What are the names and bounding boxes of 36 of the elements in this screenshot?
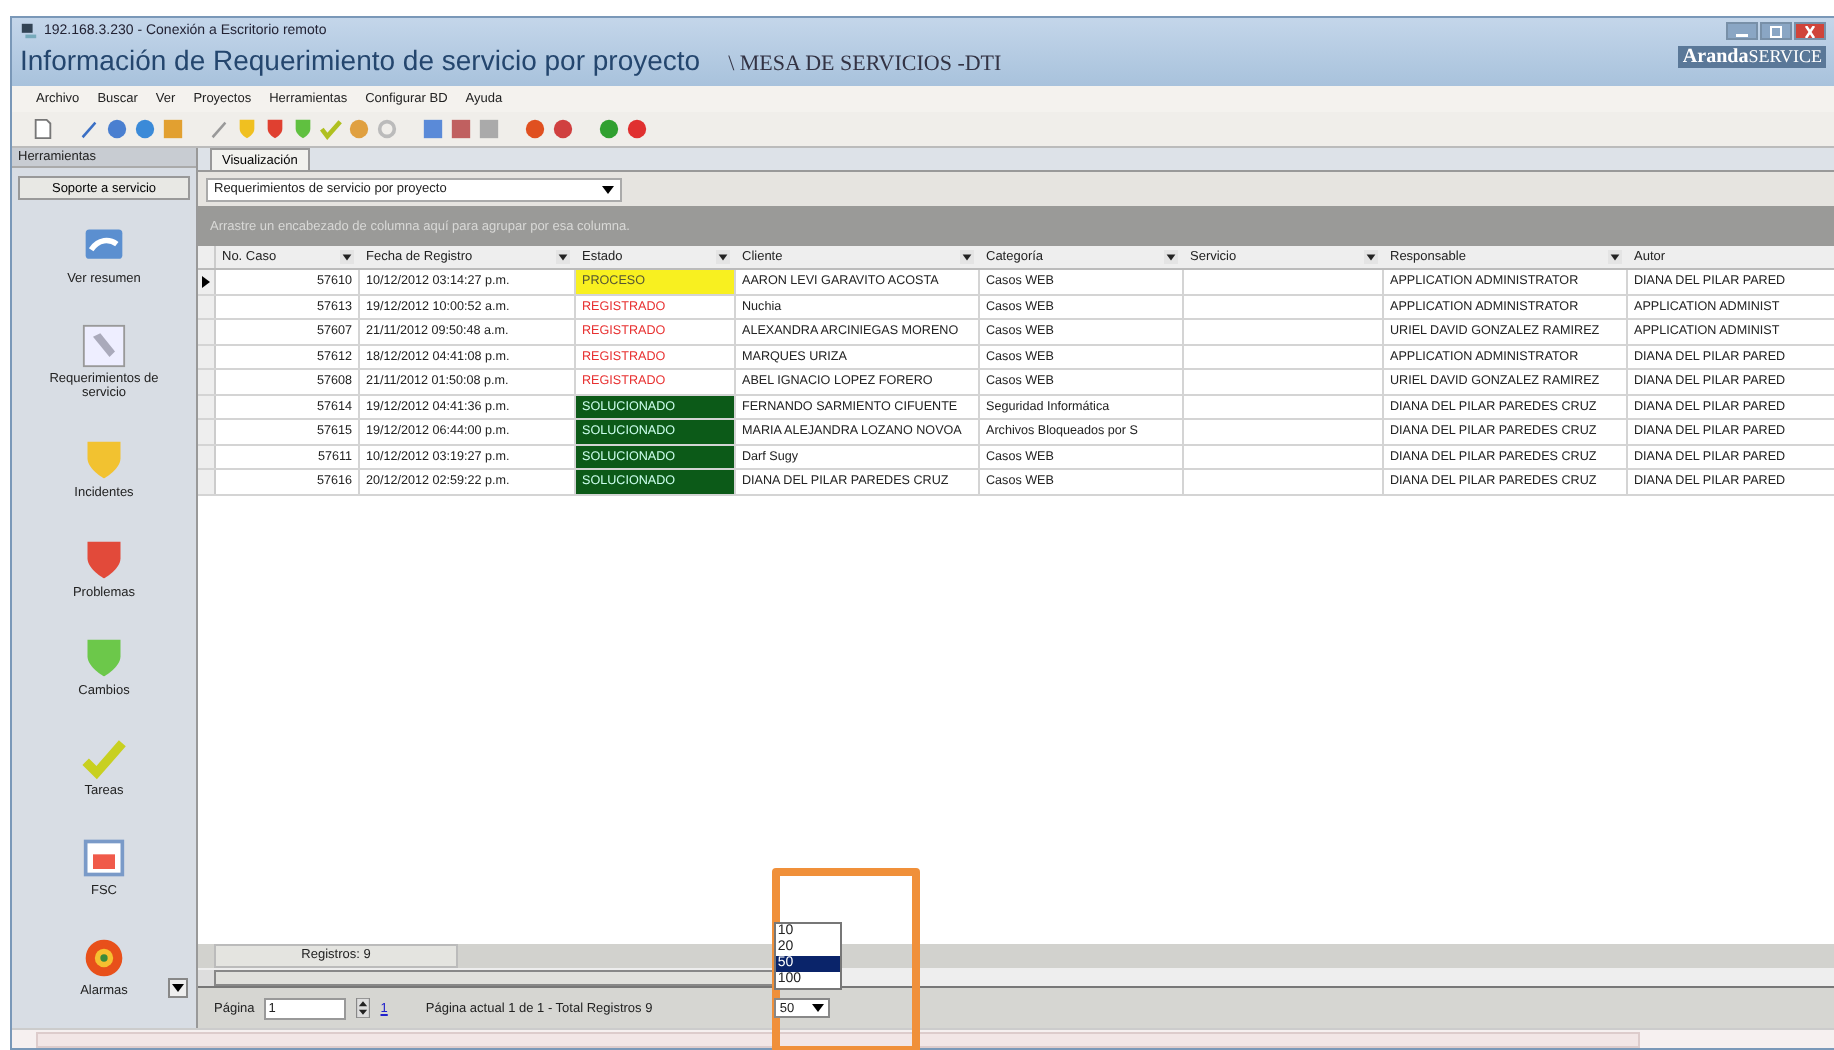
filter-icon[interactable] xyxy=(556,250,570,264)
filter-icon[interactable] xyxy=(716,250,730,264)
filter-icon[interactable] xyxy=(1608,250,1622,264)
checkmark-icon[interactable] xyxy=(320,118,342,140)
scroll-down-button[interactable] xyxy=(168,977,188,998)
record-icon[interactable] xyxy=(552,118,574,140)
record-icon[interactable] xyxy=(524,118,546,140)
document-icon[interactable] xyxy=(32,118,54,140)
shield-icon[interactable] xyxy=(82,537,126,582)
caret-icon xyxy=(811,1004,824,1012)
scrollbar-thumb[interactable] xyxy=(214,969,778,985)
checkmark-icon[interactable] xyxy=(82,736,126,781)
calendar-icon[interactable] xyxy=(82,835,126,880)
shield-icon[interactable] xyxy=(264,118,286,140)
brand-logo: ArandaSERVICE xyxy=(1678,46,1826,68)
current-row-icon xyxy=(202,275,210,288)
close-button[interactable] xyxy=(1794,22,1826,40)
filter-icon[interactable] xyxy=(340,250,354,264)
caret-icon xyxy=(172,983,184,992)
filter-icon[interactable] xyxy=(960,250,974,264)
caret-icon xyxy=(602,185,614,193)
target-icon[interactable] xyxy=(82,935,126,980)
minimize-button[interactable] xyxy=(1726,22,1758,40)
window-title: Información de Requerimiento de servicio por proyecto xyxy=(20,44,701,76)
maximize-icon xyxy=(1766,25,1786,37)
window-subtitle: \ MESA DE SERVICIOS -DTI xyxy=(728,52,1002,76)
pencil-icon[interactable] xyxy=(78,118,100,140)
filter-icon[interactable] xyxy=(1364,250,1378,264)
scrollbar-thumb[interactable] xyxy=(36,1031,1640,1047)
shield-icon[interactable] xyxy=(292,118,314,140)
row-selector[interactable] xyxy=(198,270,216,293)
maximize-button[interactable] xyxy=(1760,22,1792,40)
filter-icon[interactable] xyxy=(1164,250,1178,264)
shield-icon[interactable] xyxy=(82,636,126,681)
computer-icon xyxy=(20,22,38,40)
spinner-icon[interactable] xyxy=(356,998,371,1018)
